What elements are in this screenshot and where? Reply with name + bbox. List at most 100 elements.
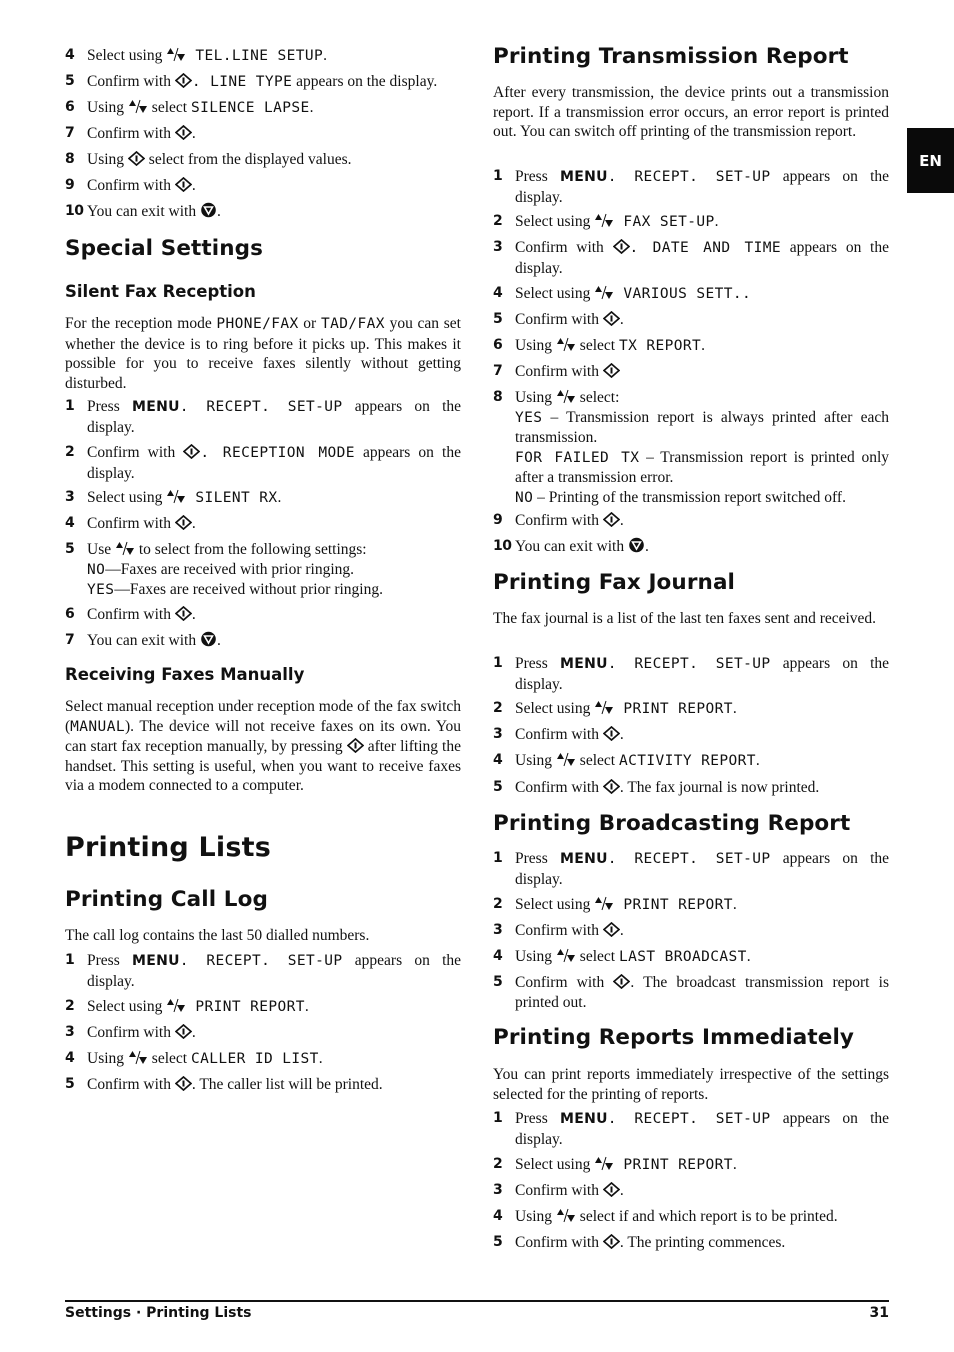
step-number: 2 <box>493 213 503 229</box>
step-text: Using select SILENCE LAPSE. <box>87 98 461 119</box>
step-text-part: Using <box>515 948 556 965</box>
step-text: Confirm with . <box>87 176 461 196</box>
step-item: 2 Select using PRINT REPORT. <box>493 895 889 916</box>
printing-transmission-report-heading: Printing Transmission Report <box>493 44 849 69</box>
step-item: 1 Press MENU. RECEPT. SET-UP appears on t… <box>493 849 889 889</box>
step-text-part: Using <box>515 752 556 769</box>
fax-journal-paragraph: The fax journal is a list of the last te… <box>493 610 877 627</box>
step-number: 4 <box>65 515 75 531</box>
step-text-part: Confirm with <box>515 974 614 991</box>
step-text: Press MENU. RECEPT. SET-UP appears on th… <box>515 654 889 694</box>
step-text: Confirm with . LINE TYPE appears on the … <box>87 72 461 93</box>
step-text: You can exit with . <box>515 537 889 557</box>
step-number: 10 <box>65 203 84 219</box>
step-text: Use to select from the following setting… <box>87 540 461 601</box>
step-text-part: . <box>619 1182 624 1199</box>
manual-reception-paragraph: Select manual reception under reception … <box>65 697 461 796</box>
step-item: 7 Confirm with . <box>65 124 461 144</box>
step-text: Select using FAX SET-UP. <box>515 212 889 233</box>
step-text-part: . <box>191 1024 196 1041</box>
step-text: Select using PRINT REPORT. <box>515 699 889 720</box>
stop-icon <box>200 202 217 218</box>
silent-fax-reception-heading: Silent Fax Reception <box>65 282 256 301</box>
display-text: . RECEPTION MODE <box>200 445 355 461</box>
special-settings-heading: Special Settings <box>65 236 264 261</box>
step-text: Using select: YES – Transmission report i… <box>515 388 889 508</box>
step-text: Select using PRINT REPORT. <box>87 997 461 1018</box>
ok-start-icon <box>174 125 192 140</box>
reports-immediately-paragraph: You can print reports immediately irresp… <box>493 1066 889 1103</box>
step-item: 7 You can exit with . <box>65 631 461 651</box>
step-text-part: . The caller list will be printed. <box>191 1076 383 1093</box>
step-item: 5 Use to select from the following settin… <box>65 540 461 601</box>
step-text-part: Confirm with <box>87 606 175 623</box>
key-label-menu: MENU <box>559 1111 608 1127</box>
step-number: 1 <box>493 655 503 671</box>
step-text-part: Confirm with <box>87 515 175 532</box>
option-description: – Printing of the transmission report sw… <box>533 488 846 506</box>
step-number: 8 <box>65 151 75 167</box>
step-text: Using select if and which report is to b… <box>515 1207 889 1227</box>
step-number: 9 <box>493 512 503 528</box>
step-text: Confirm with . <box>515 310 889 330</box>
ok-start-icon <box>602 726 620 741</box>
display-text: SILENT RX <box>186 490 278 506</box>
step-text: Confirm with . RECEPTION MODE appears on… <box>87 443 461 483</box>
printing-lists-chapter-title: Printing Lists <box>65 832 271 863</box>
up-down-arrow-icon <box>594 285 614 300</box>
step-number: 7 <box>493 363 503 379</box>
step-text-part: Using <box>87 151 128 168</box>
step-item: 3 Confirm with . <box>493 921 889 941</box>
step-text: Select using PRINT REPORT. <box>515 1155 889 1176</box>
option-item: NO – Printing of the transmission report… <box>515 488 889 509</box>
key-label-menu: MENU <box>559 851 608 867</box>
up-down-arrow-icon <box>594 1156 614 1171</box>
display-text: PRINT REPORT <box>614 701 733 717</box>
step-text-part: . <box>755 752 760 769</box>
step-text-part: . <box>191 515 196 532</box>
receiving-faxes-manually-heading: Receiving Faxes Manually <box>65 665 305 684</box>
display-text: TX REPORT <box>618 338 702 354</box>
step-number: 10 <box>493 538 512 554</box>
display-text: LAST BROADCAST <box>618 949 747 965</box>
step-text-part: . <box>191 125 196 142</box>
ok-start-icon <box>127 151 145 166</box>
step-item: 2 Select using PRINT REPORT. <box>493 699 889 720</box>
option-item: YES—Faxes are received without prior rin… <box>87 580 461 601</box>
step-item: 8 Using select: YES – Transmission report … <box>493 388 889 508</box>
step-text-part: select from the displayed values. <box>144 151 352 168</box>
step-number: 2 <box>65 444 75 460</box>
step-number: 3 <box>493 1182 503 1198</box>
display-text: FAX SET-UP <box>614 214 715 230</box>
step-text-part: Confirm with <box>515 239 613 256</box>
step-text: Confirm with . <box>87 514 461 534</box>
page-number: 31 <box>869 1305 889 1321</box>
option-value: NO <box>87 561 106 578</box>
key-label-menu: MENU <box>559 656 608 672</box>
step-item: 2 Select using PRINT REPORT. <box>65 997 461 1018</box>
step-text-part: . <box>318 1050 323 1067</box>
step-number: 2 <box>65 998 75 1014</box>
step-text-part: . <box>619 512 624 529</box>
step-text: Using select CALLER ID LIST. <box>87 1049 461 1070</box>
display-text: . RECEPT. SET-UP <box>607 851 771 867</box>
step-item: 1 Press MENU. RECEPT. SET-UP appears on t… <box>493 167 889 207</box>
up-down-arrow-icon <box>594 700 614 715</box>
step-text: Confirm with . The fax journal is now pr… <box>515 778 889 798</box>
step-text-part: Using <box>87 1050 128 1067</box>
step-item: 3 Confirm with . <box>493 725 889 745</box>
ok-start-icon <box>174 515 192 530</box>
step-item: 9 Confirm with . <box>493 511 889 531</box>
step-text-part: . The printing commences. <box>619 1234 786 1251</box>
step-text-part: Confirm with <box>87 1024 175 1041</box>
option-description: —Faxes are received without prior ringin… <box>114 581 383 598</box>
stop-icon <box>628 537 645 553</box>
step-number: 7 <box>65 632 75 648</box>
step-text: Press MENU. RECEPT. SET-UP appears on th… <box>87 951 461 991</box>
step-text: Using select TX REPORT. <box>515 336 889 357</box>
step-number: 6 <box>65 99 75 115</box>
display-text: CALLER ID LIST <box>190 1051 319 1067</box>
step-text: Confirm with . <box>87 1023 461 1043</box>
ok-start-icon <box>602 779 620 794</box>
up-down-arrow-icon <box>556 948 576 963</box>
